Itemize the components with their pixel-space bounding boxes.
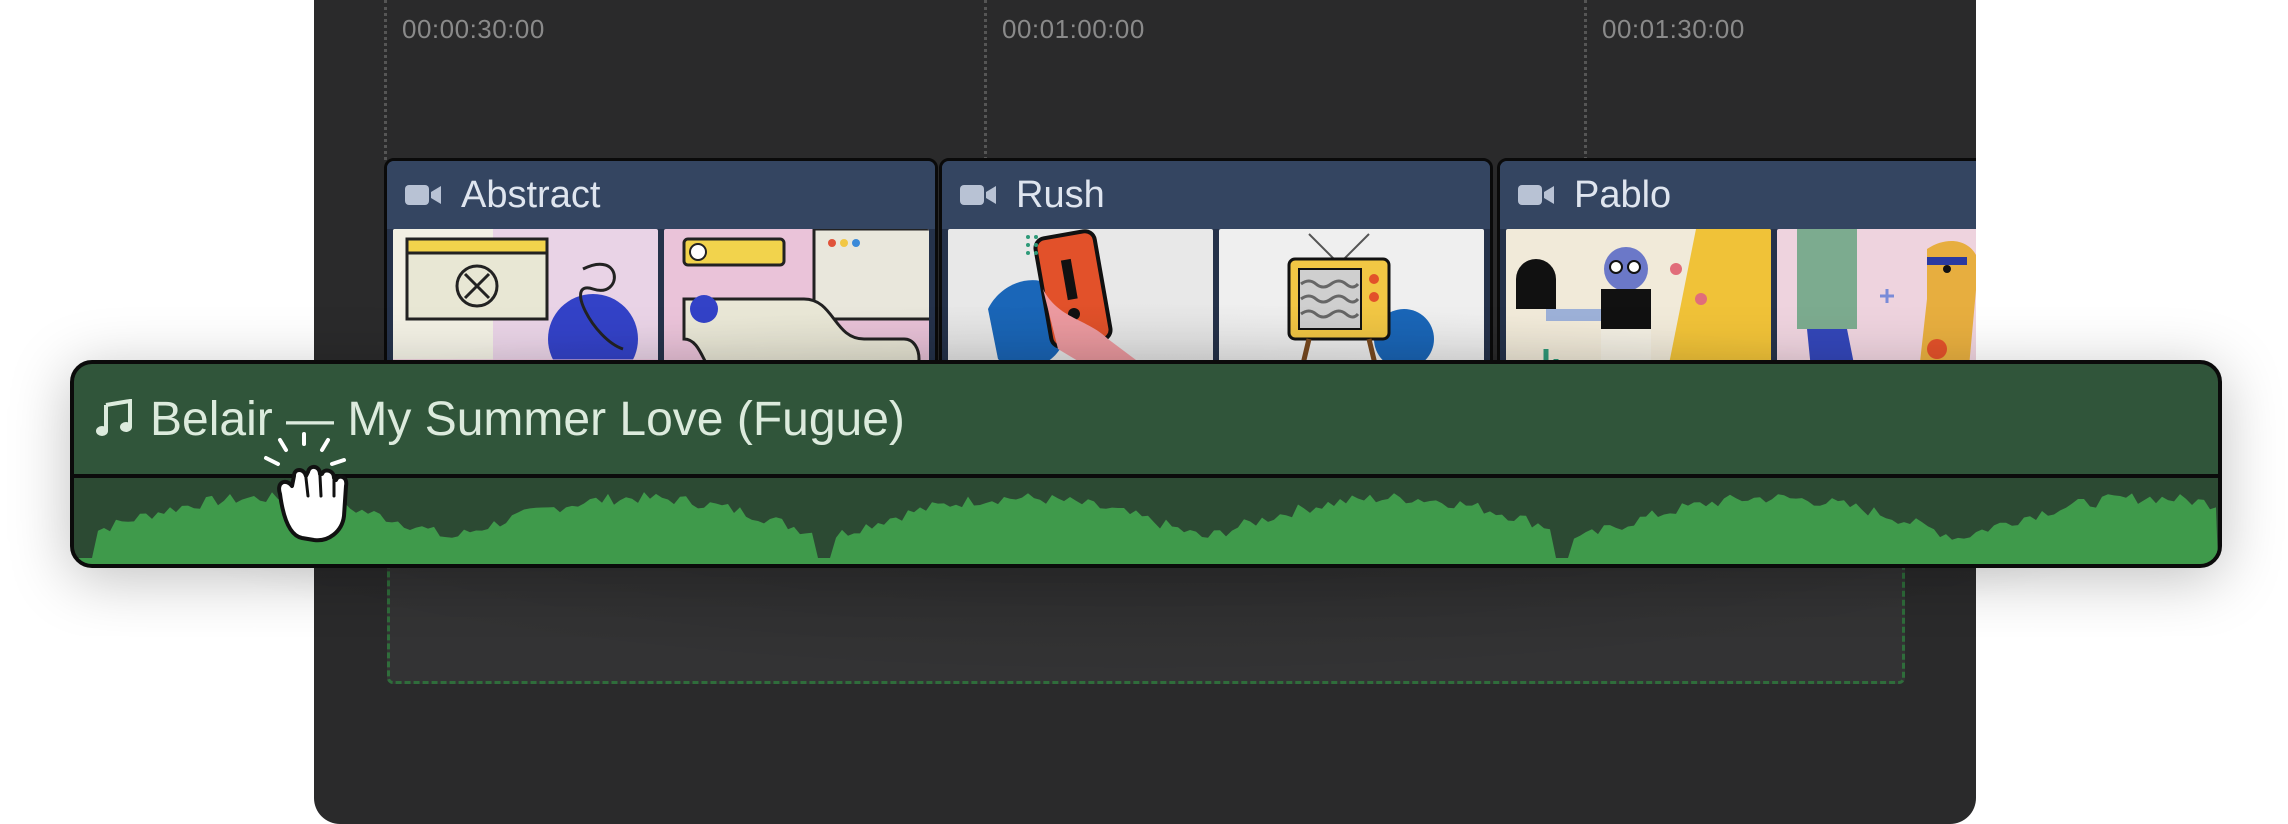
ruler-label-90s: 00:01:30:00: [1602, 14, 1745, 44]
ruler-tick: [984, 0, 987, 160]
audio-waveform: [74, 478, 2218, 564]
waveform-shape: [74, 492, 2218, 564]
ruler-tick: [1584, 0, 1587, 160]
ruler-label-60s: 00:01:00:00: [1002, 14, 1145, 44]
video-camera-icon: [1518, 183, 1554, 207]
clip-header: Abstract: [387, 161, 935, 229]
clip-header: Rush: [942, 161, 1490, 229]
audio-clip-header: Belair — My Summer Love (Fugue): [74, 364, 2218, 478]
video-camera-icon: [960, 183, 996, 207]
grab-hand-cursor-icon: [258, 432, 378, 557]
music-note-icon: [96, 399, 132, 439]
clip-title: Pablo: [1574, 173, 1672, 216]
ruler-label-30s: 00:00:30:00: [402, 14, 545, 44]
clip-title: Rush: [1016, 173, 1105, 216]
clip-header: Pablo: [1500, 161, 1976, 229]
clip-title: Abstract: [461, 173, 601, 216]
ruler-tick: [384, 0, 387, 160]
video-camera-icon: [405, 183, 441, 207]
audio-clip-belair[interactable]: Belair — My Summer Love (Fugue): [70, 360, 2222, 568]
